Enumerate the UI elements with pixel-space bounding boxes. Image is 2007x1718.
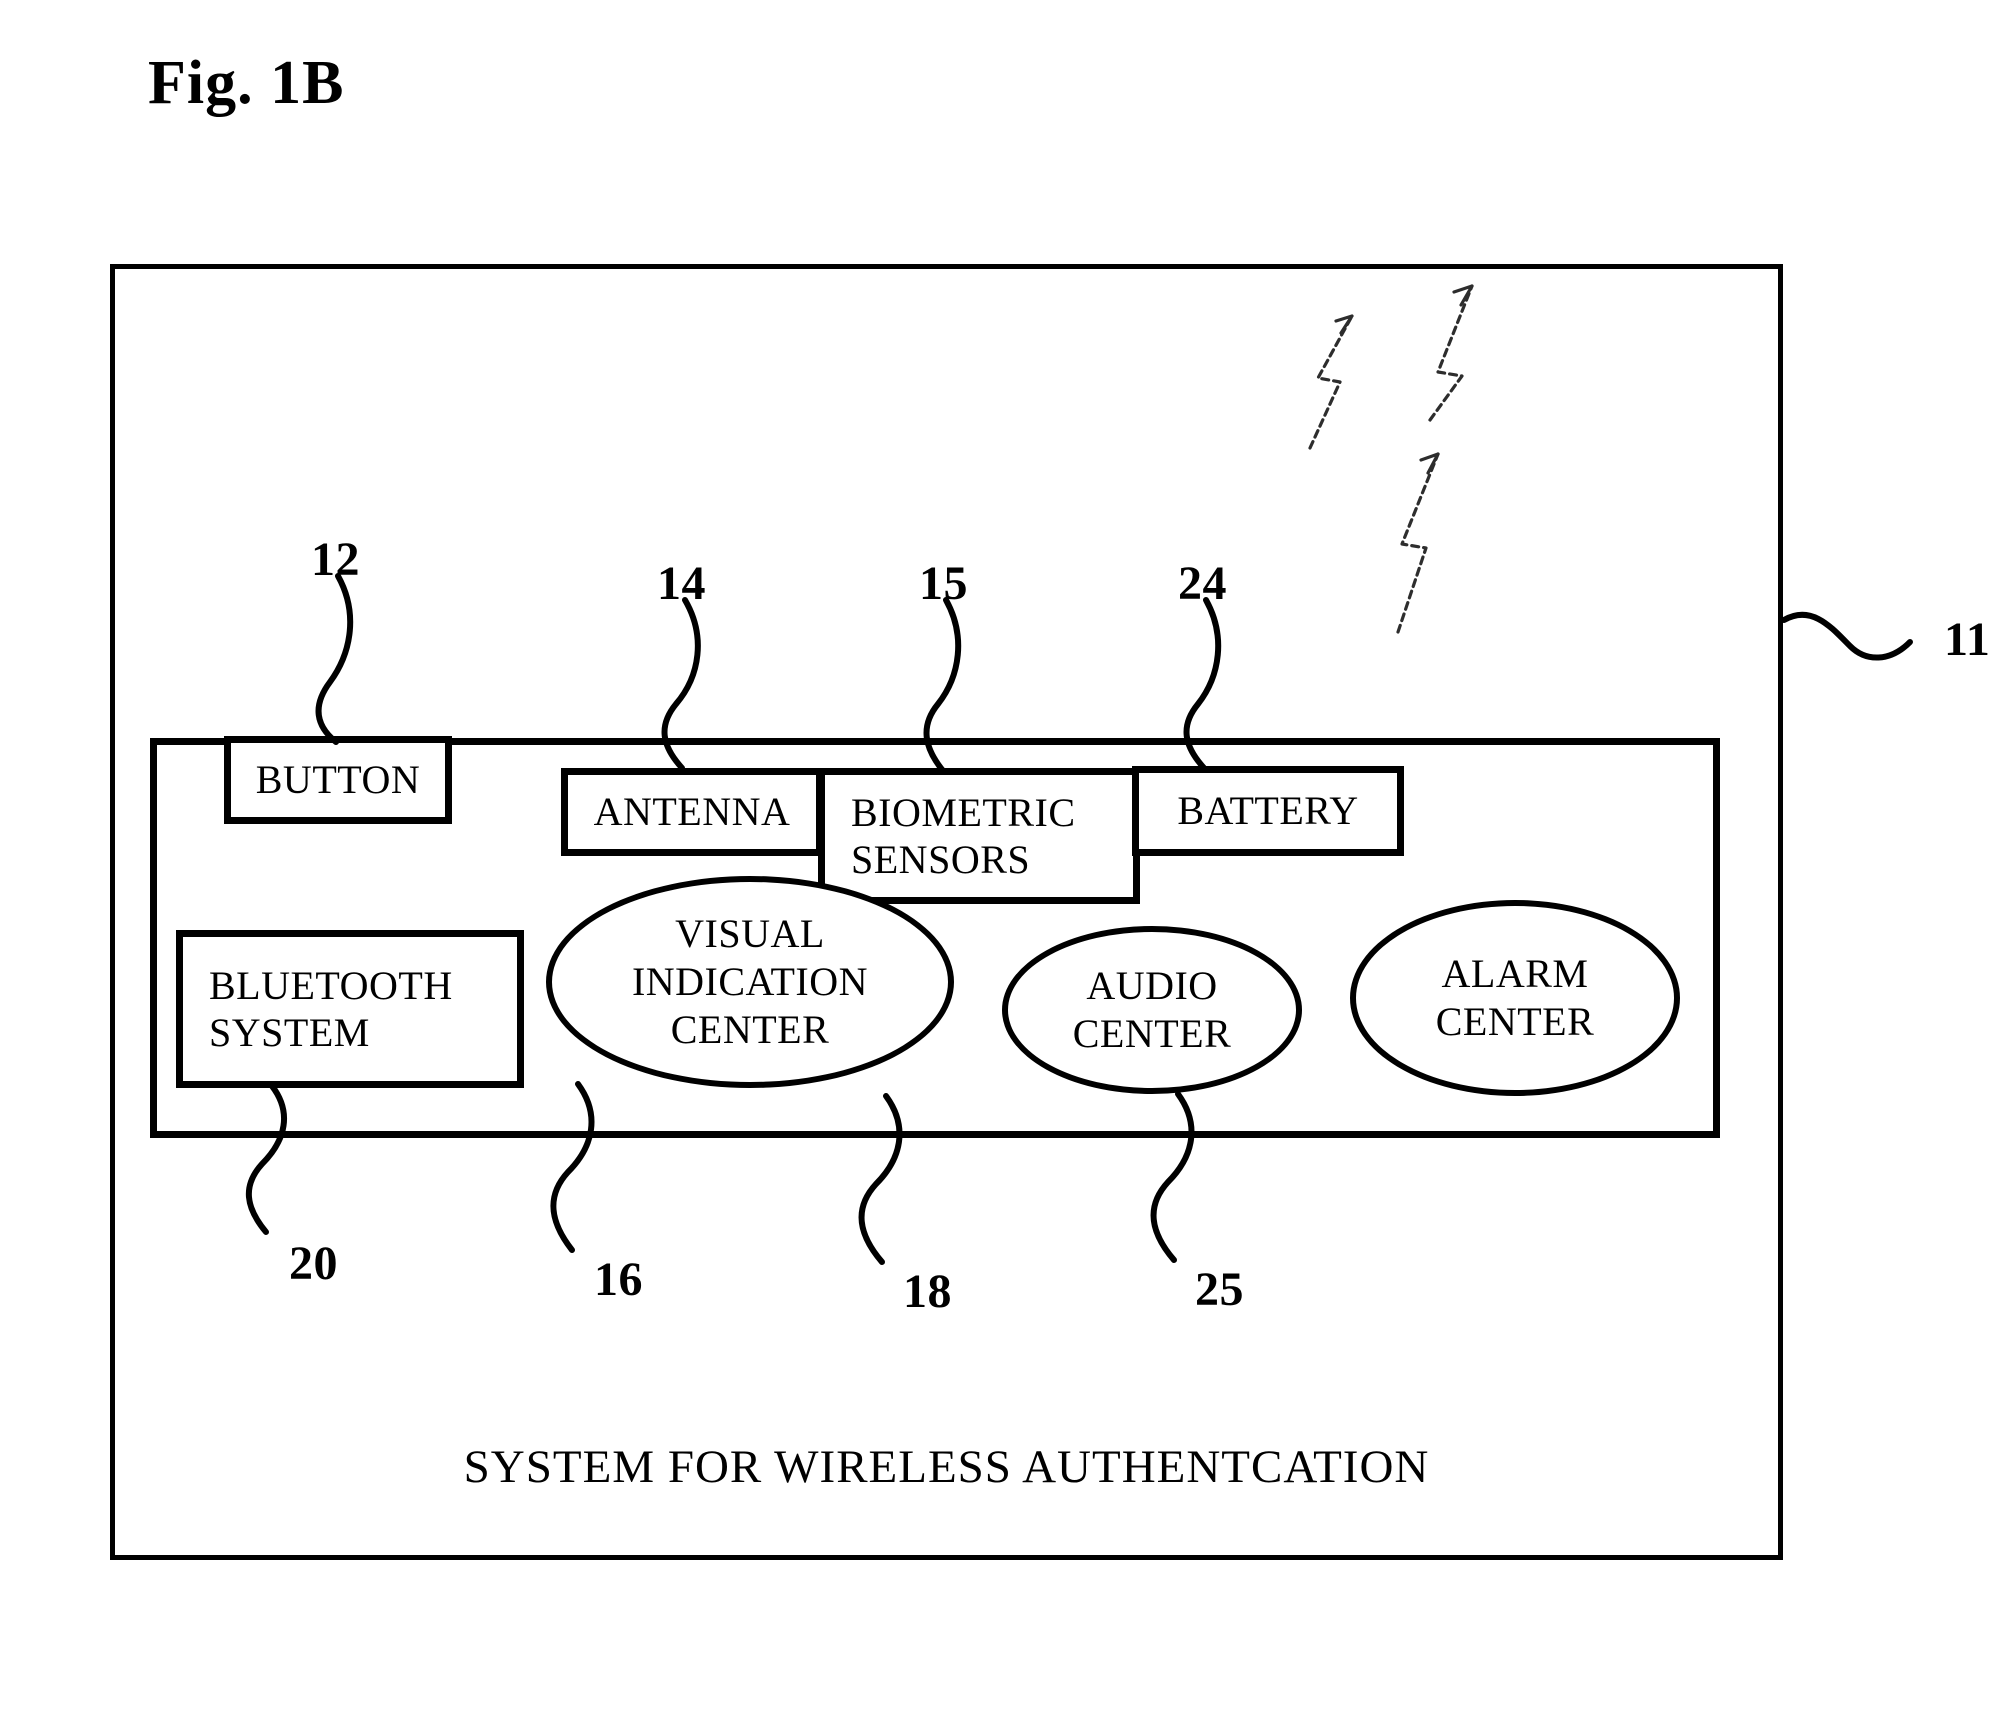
node-alarm-center[interactable]: ALARM CENTER [1350, 900, 1680, 1096]
reference-numeral-11: 11 [1944, 613, 1991, 666]
node-alarm-center-label: ALARM CENTER [1435, 951, 1595, 1044]
node-audio-center-label: AUDIO CENTER [1072, 963, 1232, 1056]
reference-numeral-20: 20 [289, 1237, 338, 1290]
node-biometric-sensors[interactable]: BIOMETRIC SENSORS [818, 768, 1140, 904]
patent-figure-page: Fig. 1B 12 14 15 24 11 20 16 18 25 BUTTO… [0, 0, 2007, 1718]
node-bluetooth-system[interactable]: BLUETOOTH SYSTEM [176, 930, 524, 1088]
node-audio-center[interactable]: AUDIO CENTER [1002, 926, 1302, 1094]
node-biometric-sensors-label: BIOMETRIC SENSORS [851, 789, 1076, 882]
node-antenna-label: ANTENNA [593, 789, 791, 835]
leader-line-11 [1781, 611, 1913, 661]
figure-caption: SYSTEM FOR WIRELESS AUTHENTCATION [463, 1441, 1430, 1493]
node-antenna[interactable]: ANTENNA [561, 768, 823, 856]
node-button-label: BUTTON [255, 757, 421, 803]
reference-numeral-15: 15 [919, 557, 968, 610]
reference-numeral-18: 18 [903, 1265, 952, 1318]
node-bluetooth-system-label: BLUETOOTH SYSTEM [209, 962, 453, 1055]
reference-numeral-14: 14 [657, 557, 706, 610]
reference-numeral-12: 12 [311, 533, 360, 586]
figure-title: Fig. 1B [148, 49, 345, 117]
node-battery[interactable]: BATTERY [1132, 766, 1404, 856]
reference-numeral-16: 16 [594, 1253, 643, 1306]
node-visual-indication-center[interactable]: VISUAL INDICATION CENTER [546, 876, 954, 1088]
reference-numeral-24: 24 [1178, 557, 1227, 610]
node-button[interactable]: BUTTON [224, 736, 452, 824]
node-battery-label: BATTERY [1177, 788, 1359, 834]
node-visual-indication-center-label: VISUAL INDICATION CENTER [631, 911, 869, 1052]
reference-numeral-25: 25 [1195, 1263, 1244, 1316]
